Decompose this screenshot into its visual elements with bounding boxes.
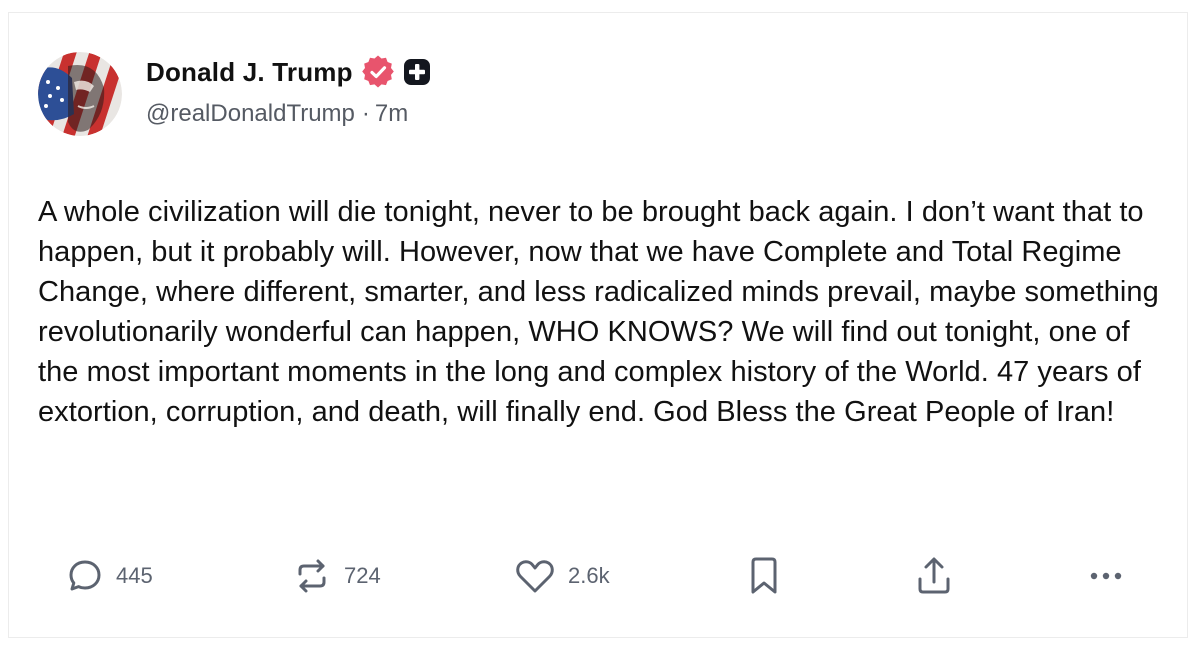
post-timestamp[interactable]: 7m (375, 100, 408, 127)
bookmark-button[interactable] (748, 556, 780, 596)
bookmark-icon (751, 557, 777, 594)
repost-button[interactable]: 724 (292, 556, 381, 596)
verified-badge-icon (361, 55, 394, 88)
like-button[interactable]: 2.6k (514, 556, 610, 596)
author-handle-row: @realDonaldTrump · 7m (146, 100, 408, 128)
more-dots-icon (1090, 572, 1122, 580)
author-handle[interactable]: @realDonaldTrump (146, 100, 355, 127)
heart-icon (516, 560, 554, 593)
repost-icon (298, 559, 326, 593)
author-name-row: Donald J. Trump (146, 54, 431, 90)
separator-dot: · (361, 100, 370, 127)
post-text: A whole civilization will die tonight, n… (38, 196, 1159, 428)
reply-icon (69, 560, 101, 591)
plus-badge-icon (403, 59, 430, 85)
author-display-name[interactable]: Donald J. Trump (146, 57, 353, 88)
post-header: Donald J. Trump @realDonaldTrump · 7m (38, 50, 738, 140)
avatar[interactable] (38, 52, 122, 136)
repost-count: 724 (344, 563, 381, 588)
post-actions-bar: 445 724 2.6k (0, 556, 1198, 596)
like-count: 2.6k (568, 563, 610, 588)
reply-count: 445 (116, 563, 153, 588)
more-options-button[interactable] (1086, 556, 1126, 596)
share-button[interactable] (914, 556, 954, 596)
share-upload-icon (918, 557, 950, 594)
reply-button[interactable]: 445 (66, 556, 153, 596)
avatar-image (38, 52, 122, 136)
